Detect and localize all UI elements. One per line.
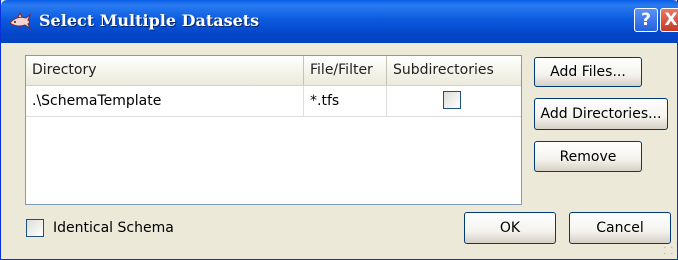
subdirectories-cell (387, 86, 521, 116)
dialog-window: Select Multiple Datasets ? X Directory F… (0, 0, 678, 260)
add-files-button[interactable]: Add Files... (534, 57, 642, 87)
ok-button[interactable]: OK (464, 212, 556, 244)
close-icon[interactable]: X (660, 8, 678, 32)
identical-schema-checkbox[interactable] (26, 219, 44, 237)
cancel-button[interactable]: Cancel (569, 212, 671, 244)
remove-button[interactable]: Remove (534, 141, 642, 172)
grid-header: Directory File/Filter Subdirectories (26, 56, 521, 86)
column-header-directory[interactable]: Directory (26, 56, 304, 85)
resize-grip-icon[interactable]: ⠂⠂ ⠂⠂ (663, 245, 676, 259)
subdirectories-checkbox[interactable] (443, 91, 461, 109)
table-row[interactable]: .\SchemaTemplate *.tfs (26, 86, 521, 117)
file-filter-cell[interactable]: *.tfs (304, 86, 387, 116)
window-title: Select Multiple Datasets (39, 11, 260, 30)
add-directories-button[interactable]: Add Directories... (534, 98, 668, 130)
shark-icon (9, 11, 32, 30)
datasets-grid[interactable]: Directory File/Filter Subdirectories .\S… (25, 55, 522, 205)
column-header-file-filter[interactable]: File/Filter (304, 56, 387, 85)
help-icon[interactable]: ? (634, 8, 658, 32)
title-bar[interactable]: Select Multiple Datasets ? X (1, 0, 678, 43)
directory-cell[interactable]: .\SchemaTemplate (26, 86, 304, 116)
identical-schema-label[interactable]: Identical Schema (53, 217, 174, 239)
column-header-subdirectories[interactable]: Subdirectories (387, 56, 521, 85)
